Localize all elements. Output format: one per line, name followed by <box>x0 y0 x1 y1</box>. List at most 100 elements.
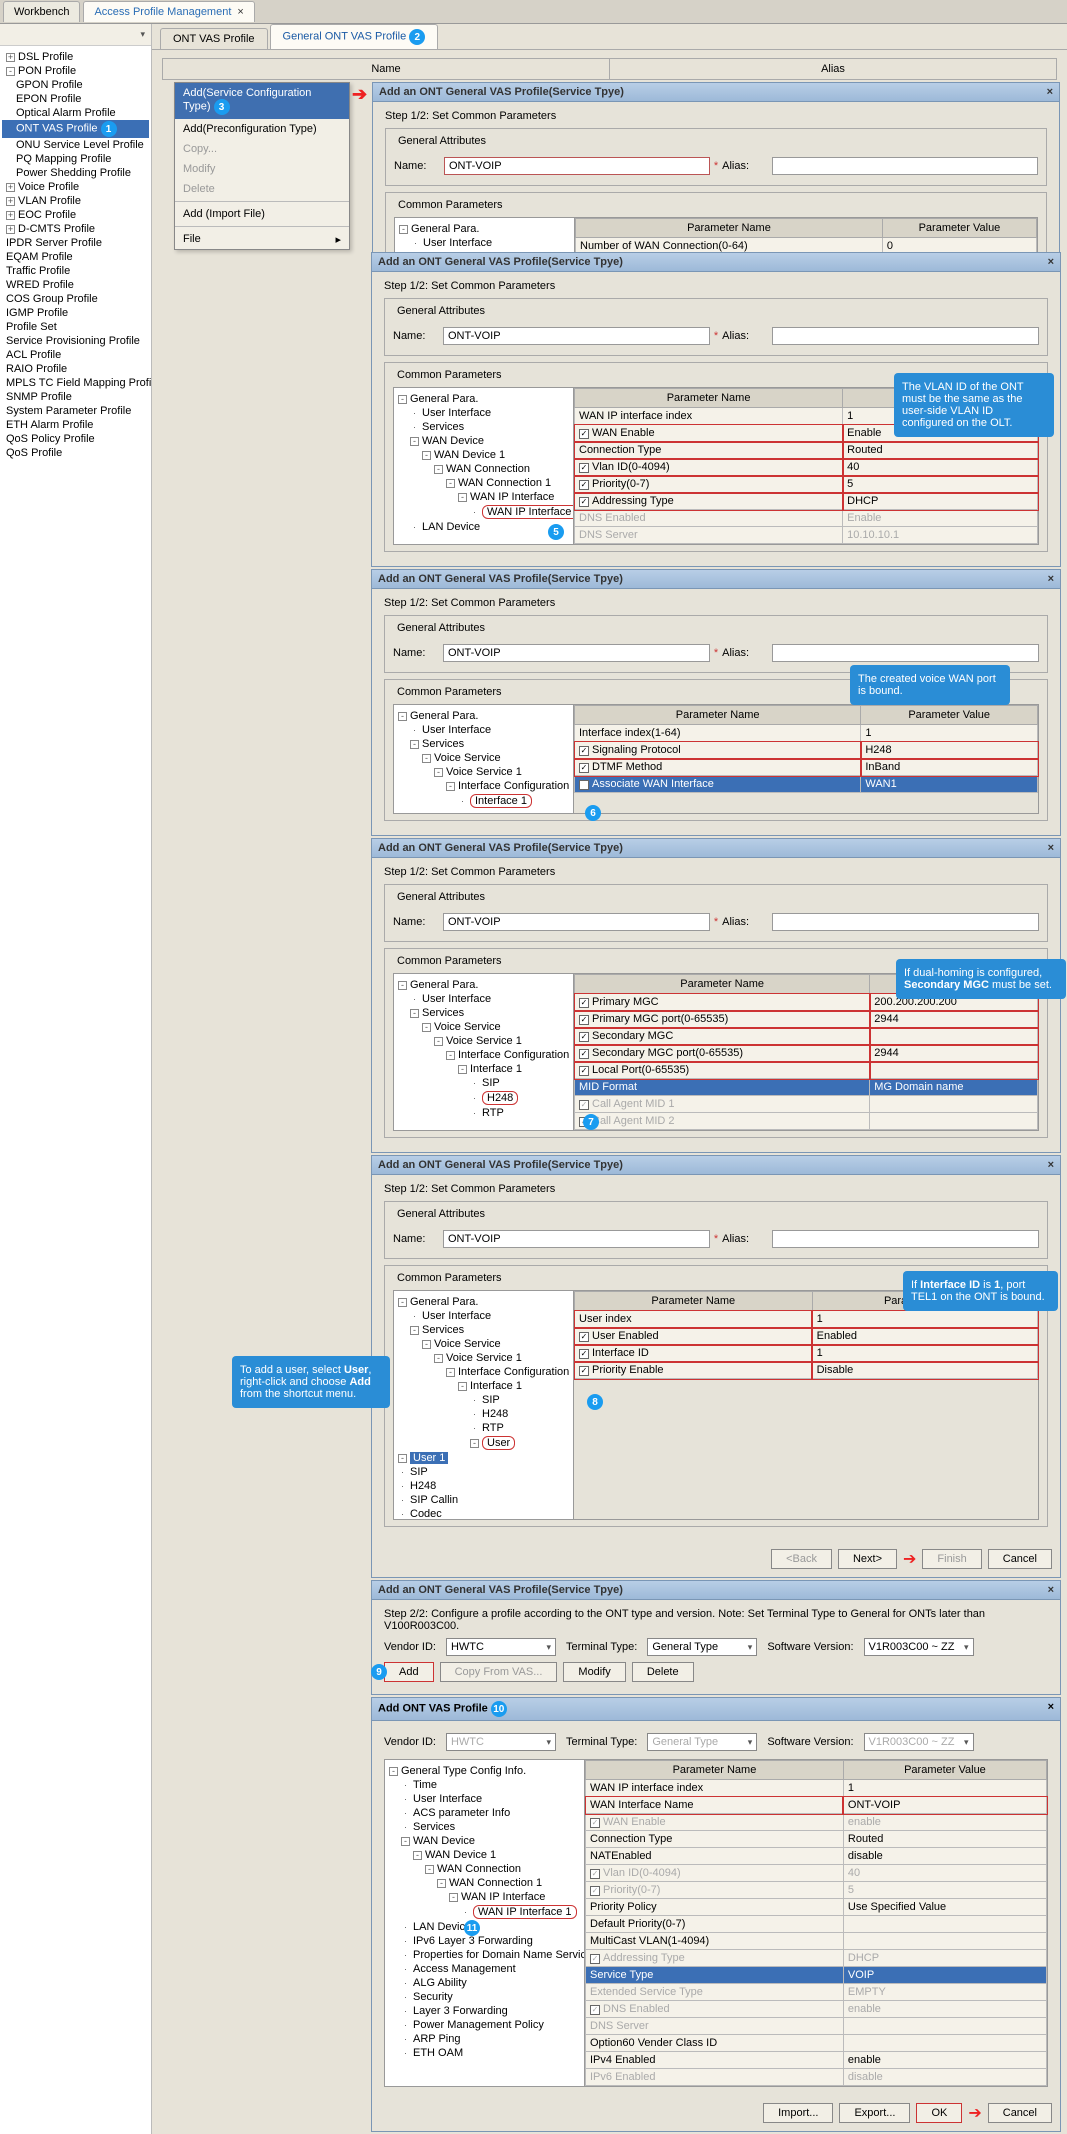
sidebar-item[interactable]: IPDR Server Profile <box>2 236 149 250</box>
col-alias[interactable]: Alias <box>610 59 1056 79</box>
tree-node[interactable]: ·Services <box>389 1820 580 1834</box>
terminal-type-select[interactable]: General Type <box>647 1638 757 1656</box>
sidebar-item[interactable]: ETH Alarm Profile <box>2 418 149 432</box>
close-icon[interactable]: × <box>1048 1701 1054 1717</box>
sidebar-item[interactable]: SNMP Profile <box>2 390 149 404</box>
sidebar-item[interactable]: GPON Profile <box>2 78 149 92</box>
tree-node[interactable]: ·User Interface <box>399 236 570 250</box>
tree-node[interactable]: ·Interface 1 <box>398 793 569 809</box>
tree-node[interactable]: ·Power Management Policy <box>389 2018 580 2032</box>
tree-node[interactable]: -Voice Service <box>398 1337 569 1351</box>
tree-node[interactable]: ·User Interface <box>398 1309 569 1323</box>
tree-node[interactable]: -WAN Device <box>389 1834 580 1848</box>
tree-node[interactable]: -Interface Configuration <box>398 1365 569 1379</box>
tree-node[interactable]: ·Properties for Domain Name Service (D <box>389 1948 580 1962</box>
sidebar-item[interactable]: MPLS TC Field Mapping Profile <box>2 376 149 390</box>
tree-node[interactable]: -Voice Service <box>398 1020 569 1034</box>
tree-node[interactable]: ·RTP <box>398 1421 569 1435</box>
vendor-select[interactable]: HWTC <box>446 1638 556 1656</box>
sidebar-item[interactable]: Power Shedding Profile <box>2 166 149 180</box>
close-icon[interactable]: × <box>237 6 243 18</box>
tree-node[interactable]: -Interface 1 <box>398 1062 569 1076</box>
tree-node[interactable]: -Interface Configuration <box>398 1048 569 1062</box>
export-button[interactable]: Export... <box>839 2103 910 2123</box>
sidebar-item[interactable]: COS Group Profile <box>2 292 149 306</box>
tree-node[interactable]: -Voice Service 1 <box>398 1034 569 1048</box>
tree-node[interactable]: ·Access Management <box>389 1962 580 1976</box>
col-name[interactable]: Name <box>163 59 610 79</box>
tree-node[interactable]: -WAN IP Interface <box>398 490 569 504</box>
tree-node[interactable]: ·User Interface <box>398 723 569 737</box>
sidebar-item[interactable]: IGMP Profile <box>2 306 149 320</box>
tree-node[interactable]: -WAN Connection <box>398 462 569 476</box>
sidebar-item[interactable]: PQ Mapping Profile <box>2 152 149 166</box>
close-icon[interactable]: × <box>1048 1159 1054 1171</box>
alias-input[interactable] <box>772 157 1038 175</box>
tree-node[interactable]: -Voice Service 1 <box>398 1351 569 1365</box>
tree-node[interactable]: ·ALG Ability <box>389 1976 580 1990</box>
tree-node[interactable]: ·Codec <box>398 1507 569 1519</box>
tree-node[interactable]: ·ARP Ping <box>389 2032 580 2046</box>
next-button[interactable]: Next> <box>838 1549 897 1569</box>
ok-button[interactable]: OK <box>916 2103 962 2123</box>
tree-node[interactable]: ·LAN Device <box>398 520 569 534</box>
tree-node[interactable]: ·Layer 3 Forwarding <box>389 2004 580 2018</box>
tab-apm[interactable]: Access Profile Management× <box>83 1 254 22</box>
cancel-button[interactable]: Cancel <box>988 1549 1052 1569</box>
tree-node[interactable]: ·IPv6 Layer 3 Forwarding <box>389 1934 580 1948</box>
sidebar-item[interactable]: +DSL Profile <box>2 50 149 64</box>
sidebar-item[interactable]: EQAM Profile <box>2 250 149 264</box>
ctx-import[interactable]: Add (Import File) <box>175 204 349 224</box>
sidebar-item[interactable]: EPON Profile <box>2 92 149 106</box>
tree-node[interactable]: -General Para. <box>399 222 570 236</box>
sidebar-item[interactable]: QoS Profile <box>2 446 149 460</box>
tree-node[interactable]: -Voice Service 1 <box>398 765 569 779</box>
sidebar-dropdown[interactable]: ▾ <box>0 24 151 46</box>
tree-node[interactable]: -WAN Connection <box>389 1862 580 1876</box>
tab-workbench[interactable]: Workbench <box>3 1 80 22</box>
alias-input[interactable] <box>772 327 1039 345</box>
tree-node[interactable]: ·H248 <box>398 1090 569 1106</box>
tree-node[interactable]: -WAN Device 1 <box>398 448 569 462</box>
tree-node[interactable]: ·ACS parameter Info <box>389 1806 580 1820</box>
close-icon[interactable]: × <box>1048 573 1054 585</box>
tree-node[interactable]: ·WAN IP Interface 1 <box>389 1904 580 1920</box>
tree-node[interactable]: -General Type Config Info. <box>389 1764 580 1778</box>
close-icon[interactable]: × <box>1048 1584 1054 1596</box>
ctx-add-svc[interactable]: Add(Service Configuration Type)3 <box>175 83 349 119</box>
name-input[interactable] <box>444 157 710 175</box>
modify-button[interactable]: Modify <box>563 1662 625 1682</box>
name-input[interactable] <box>443 327 710 345</box>
add-button[interactable]: Add <box>384 1662 434 1682</box>
tree-node[interactable]: -Interface Configuration <box>398 779 569 793</box>
tree-node[interactable]: ·SIP <box>398 1465 569 1479</box>
cancel-button[interactable]: Cancel <box>988 2103 1052 2123</box>
tree-node[interactable]: -Voice Service <box>398 751 569 765</box>
tree-node[interactable]: ·SIP <box>398 1076 569 1090</box>
tree-node[interactable]: -WAN Connection 1 <box>389 1876 580 1890</box>
subtab-ont-vas[interactable]: ONT VAS Profile <box>160 28 268 49</box>
tree-node[interactable]: -General Para. <box>398 709 569 723</box>
sidebar-item[interactable]: +Voice Profile <box>2 180 149 194</box>
tree-node[interactable]: -User <box>398 1435 569 1451</box>
sidebar-item[interactable]: System Parameter Profile <box>2 404 149 418</box>
close-icon[interactable]: × <box>1047 86 1053 98</box>
close-icon[interactable]: × <box>1048 842 1054 854</box>
sidebar-item[interactable]: Optical Alarm Profile <box>2 106 149 120</box>
tree-node[interactable]: -General Para. <box>398 1295 569 1309</box>
tree-node[interactable]: ·User Interface <box>389 1792 580 1806</box>
tree-node[interactable]: -WAN Device 1 <box>389 1848 580 1862</box>
sidebar-item[interactable]: Traffic Profile <box>2 264 149 278</box>
tree-node[interactable]: ·User Interface <box>398 406 569 420</box>
tree-node[interactable]: ·Services <box>398 420 569 434</box>
ctx-file[interactable]: File▸ <box>175 229 349 249</box>
tree-node[interactable]: -General Para. <box>398 392 569 406</box>
tree-node[interactable]: ·H248 <box>398 1479 569 1493</box>
tree-node[interactable]: ·SIP Callin <box>398 1493 569 1507</box>
sidebar-item[interactable]: ONT VAS Profile1 <box>2 120 149 138</box>
sidebar-item[interactable]: QoS Policy Profile <box>2 432 149 446</box>
tree-node[interactable]: ·H248 <box>398 1407 569 1421</box>
tree-node[interactable]: ·RTP <box>398 1106 569 1120</box>
tree-node[interactable]: -General Para. <box>398 978 569 992</box>
close-icon[interactable]: × <box>1048 256 1054 268</box>
